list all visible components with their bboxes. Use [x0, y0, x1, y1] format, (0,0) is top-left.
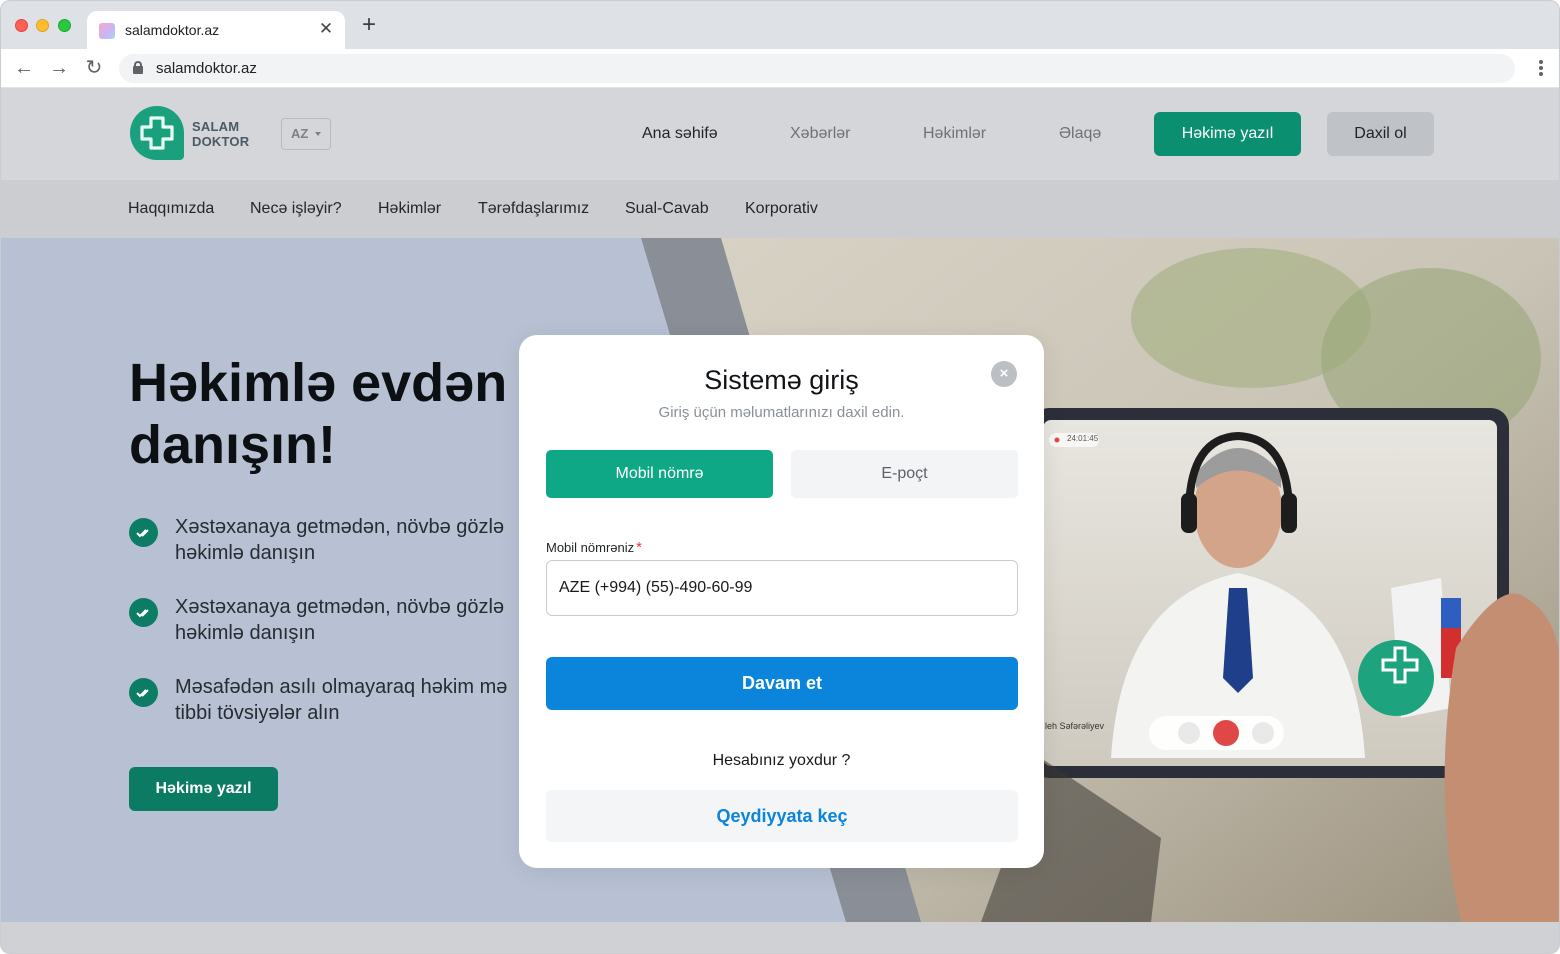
minimize-window-button[interactable]: [36, 19, 49, 32]
nav-contact[interactable]: Əlaqə: [1059, 125, 1101, 143]
tab-strip: salamdoktor.az ✕ +: [1, 1, 1559, 49]
nav-doctors[interactable]: Həkimlər: [923, 125, 986, 143]
phone-field-label: Mobil nömrəniz *: [546, 539, 642, 556]
double-check-icon: [129, 598, 158, 627]
double-check-icon: [129, 678, 158, 707]
close-window-button[interactable]: [15, 19, 28, 32]
subnav-partners[interactable]: Tərəfdaşlarımız: [478, 200, 589, 218]
maximize-window-button[interactable]: [58, 19, 71, 32]
modal-subtitle: Giriş üçün məlumatlarınızı daxil edin.: [658, 404, 905, 421]
site-header: SALAM DOKTOR AZ Ana səhifə Xəbərlər Həki…: [1, 88, 1559, 180]
browser-tab[interactable]: salamdoktor.az ✕: [87, 11, 345, 49]
tab-mobile-number[interactable]: Mobil nömrə: [546, 450, 773, 498]
language-select[interactable]: AZ: [281, 118, 331, 150]
sub-navigation: Haqqımızda Necə işləyir? Həkimlər Tərəfd…: [1, 180, 1559, 238]
forward-icon[interactable]: →: [47, 56, 71, 80]
reload-icon[interactable]: ↻: [82, 56, 106, 80]
page-bottom-strip: [1, 922, 1559, 953]
nav-home[interactable]: Ana səhifə: [642, 125, 718, 143]
double-check-icon: [129, 518, 158, 547]
subnav-corporate[interactable]: Korporativ: [745, 200, 818, 218]
write-to-doctor-button[interactable]: Həkimə yazıl: [1154, 112, 1301, 156]
close-icon[interactable]: ×: [991, 361, 1017, 387]
subnav-how-it-works[interactable]: Necə işləyir?: [250, 200, 342, 218]
subnav-doctors[interactable]: Həkimlər: [378, 200, 441, 218]
continue-button[interactable]: Davam et: [546, 657, 1018, 710]
call-timer: 24:01:45: [1067, 434, 1099, 443]
login-modal: Sistemə giriş Giriş üçün məlumatlarınızı…: [519, 335, 1044, 868]
salam-doktor-logo-icon[interactable]: [128, 104, 186, 162]
url-text: salamdoktor.az: [156, 60, 257, 77]
tab-email[interactable]: E-poçt: [791, 450, 1018, 498]
modal-title: Sistemə giriş: [704, 365, 859, 395]
register-button[interactable]: Qeydiyyata keç: [546, 790, 1018, 842]
subnav-faq[interactable]: Sual-Cavab: [625, 200, 709, 218]
favicon-icon: [99, 23, 115, 39]
lock-icon: [133, 61, 143, 74]
browser-window: salamdoktor.az ✕ + ← → ↻ salamdoktor.az …: [0, 0, 1560, 954]
browser-menu-icon[interactable]: [1539, 60, 1543, 76]
logo-wordmark: SALAM DOKTOR: [192, 119, 250, 149]
nav-news[interactable]: Xəbərlər: [790, 125, 850, 143]
doctor-name-caption: leh Səfərəliyev: [1045, 721, 1105, 731]
no-account-text: Hesabınız yoxdur ?: [712, 752, 851, 769]
login-button[interactable]: Daxil ol: [1327, 112, 1434, 156]
phone-input[interactable]: [546, 560, 1018, 616]
new-tab-icon[interactable]: +: [358, 13, 380, 37]
address-bar[interactable]: salamdoktor.az: [119, 54, 1515, 83]
hero-write-to-doctor-button[interactable]: Həkimə yazıl: [129, 767, 278, 811]
required-mark: *: [636, 539, 642, 556]
subnav-about[interactable]: Haqqımızda: [128, 200, 214, 218]
back-icon[interactable]: ←: [12, 56, 36, 80]
chevron-down-icon: [315, 132, 321, 136]
tab-close-icon[interactable]: ✕: [317, 19, 335, 39]
tab-title: salamdoktor.az: [125, 22, 220, 38]
browser-toolbar: ← → ↻ salamdoktor.az: [1, 49, 1559, 88]
